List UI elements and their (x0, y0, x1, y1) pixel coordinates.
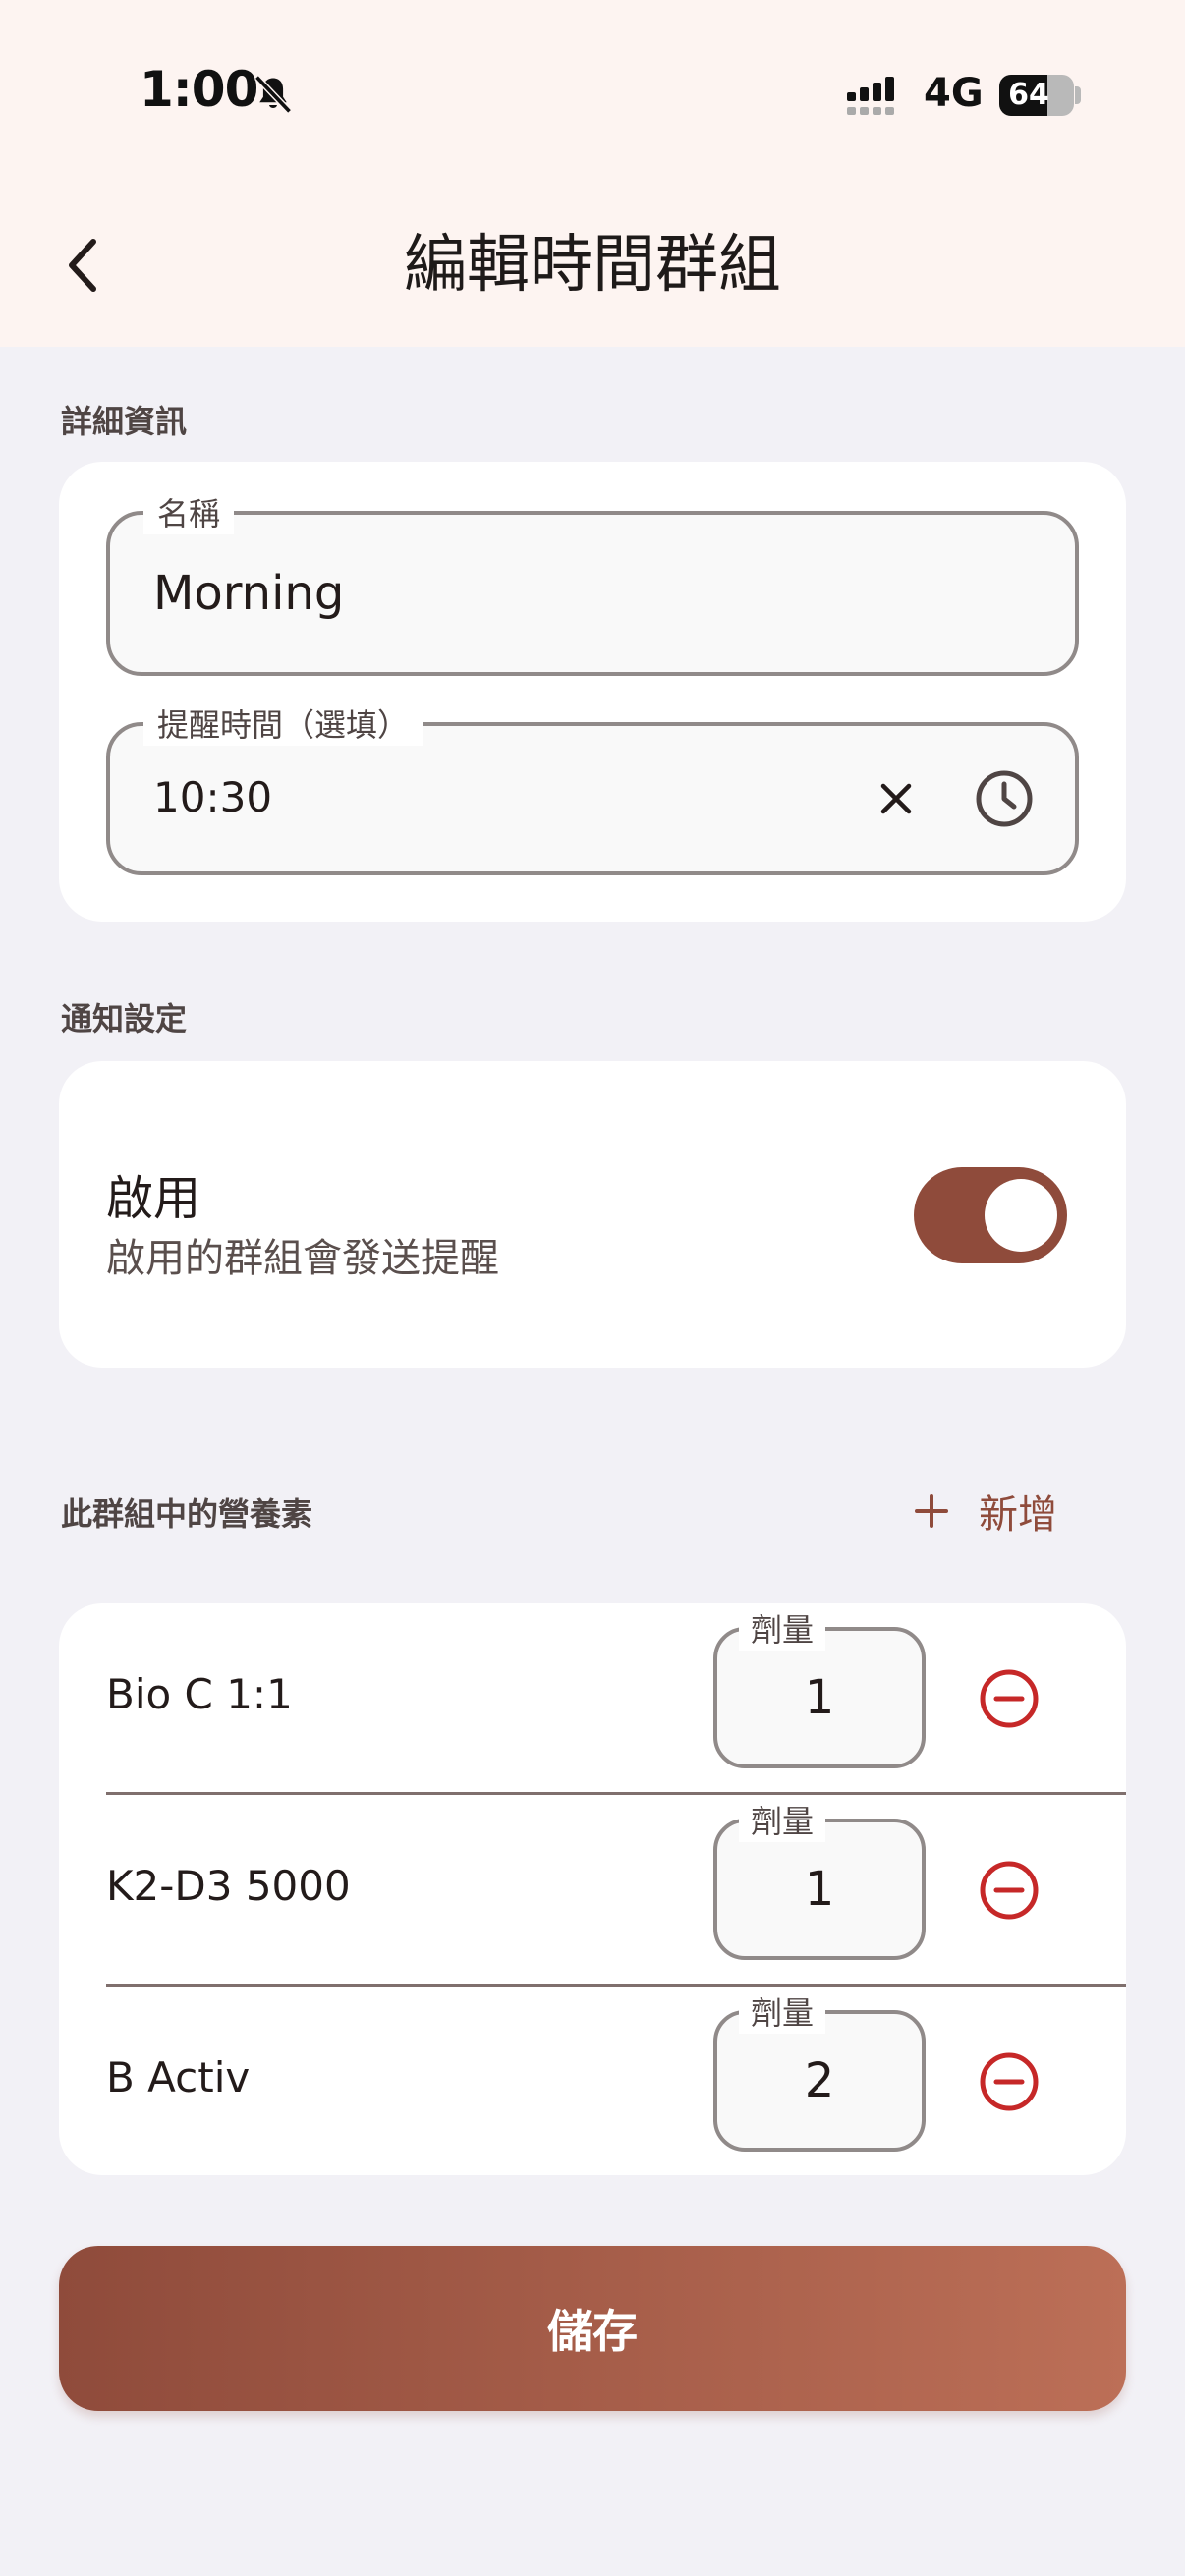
clear-time-button[interactable] (867, 769, 926, 828)
dose-field[interactable]: 劑量 2 (713, 1988, 926, 2152)
dose-label: 劑量 (739, 1797, 826, 1842)
status-time: 1:00 (140, 61, 258, 118)
reminder-time-label: 提醒時間（選填） (143, 700, 423, 746)
nutrient-name: Bio C 1:1 (106, 1670, 293, 1718)
nutrient-row: K2-D3 5000 劑量 1 (59, 1795, 1126, 1986)
nutrients-card: Bio C 1:1 劑量 1 K2-D3 5000 劑量 1 B Activ 劑… (59, 1603, 1126, 2175)
dose-input[interactable]: 2 (717, 2053, 922, 2108)
battery-tip (1075, 86, 1081, 104)
dose-label: 劑量 (739, 1605, 826, 1651)
enable-toggle[interactable] (914, 1167, 1067, 1263)
minus-circle-icon (980, 1669, 1039, 1728)
battery-indicator: 64 (999, 75, 1074, 116)
notification-section-label: 通知設定 (61, 1000, 188, 1037)
enable-subtitle: 啟用的群組會發送提醒 (106, 1236, 499, 1281)
battery-level: 64 (1008, 78, 1049, 112)
network-label: 4G (924, 71, 984, 116)
back-button[interactable] (49, 221, 118, 309)
add-nutrient-button[interactable]: 新增 (914, 1474, 1091, 1548)
bell-slash-icon (254, 75, 292, 114)
nutrient-name: K2-D3 5000 (106, 1862, 351, 1910)
nutrients-section-label: 此群組中的營養素 (61, 1495, 313, 1533)
save-label: 儲存 (547, 2305, 638, 2358)
dose-field[interactable]: 劑量 1 (713, 1605, 926, 1768)
chevron-left-icon (69, 239, 96, 292)
minus-circle-icon (980, 1861, 1039, 1920)
notification-card: 啟用 啟用的群組會發送提醒 (59, 1061, 1126, 1368)
nutrient-name: B Activ (106, 2053, 251, 2101)
details-section-label: 詳細資訊 (61, 403, 188, 440)
signal-icon (847, 77, 894, 115)
plus-icon (915, 1494, 948, 1528)
enable-title: 啟用 (106, 1171, 201, 1226)
name-field-label: 名稱 (143, 489, 235, 534)
page-title: 編輯時間群組 (404, 229, 781, 302)
dose-label: 劑量 (739, 1988, 826, 2034)
reminder-time-field[interactable]: 提醒時間（選填） 10:30 (106, 700, 1079, 875)
dose-input[interactable]: 1 (717, 1670, 922, 1725)
nutrient-row: Bio C 1:1 劑量 1 (59, 1603, 1126, 1794)
save-button[interactable]: 儲存 (59, 2246, 1126, 2411)
close-icon (880, 783, 912, 814)
add-nutrient-label: 新增 (979, 1492, 1057, 1538)
minus-circle-icon (980, 2052, 1039, 2111)
remove-nutrient-button[interactable] (975, 1856, 1044, 1925)
dose-input[interactable]: 1 (717, 1862, 922, 1917)
nutrient-row: B Activ 劑量 2 (59, 1987, 1126, 2177)
dose-field[interactable]: 劑量 1 (713, 1797, 926, 1960)
remove-nutrient-button[interactable] (975, 2047, 1044, 2116)
remove-nutrient-button[interactable] (975, 1664, 1044, 1733)
pick-time-button[interactable] (975, 769, 1034, 828)
name-input[interactable]: Morning (153, 566, 344, 621)
name-field[interactable]: 名稱 Morning (106, 489, 1079, 676)
details-card: 名稱 Morning 提醒時間（選填） 10:30 (59, 462, 1126, 922)
toggle-knob (985, 1179, 1057, 1252)
reminder-time-value[interactable]: 10:30 (153, 773, 272, 821)
clock-icon (976, 770, 1033, 827)
